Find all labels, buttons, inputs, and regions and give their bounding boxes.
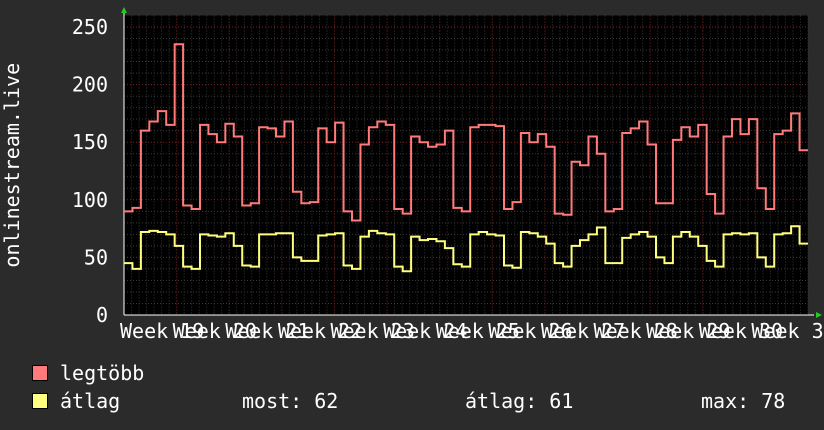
y-axis-title: onlinestream.live	[0, 63, 24, 268]
legend-item-avg: átlag	[32, 389, 121, 413]
y-tick-label: 100	[72, 188, 108, 212]
legend-label-max: legtöbb	[60, 361, 145, 385]
y-tick-label: 200	[72, 73, 108, 97]
x-axis-arrow	[816, 312, 822, 318]
y-tick-label: 0	[96, 303, 108, 327]
y-tick-label: 50	[84, 245, 108, 269]
stat-max: max: 78	[701, 389, 786, 413]
legend-label-avg: átlag	[60, 389, 121, 413]
legend-swatch-max	[32, 365, 48, 381]
y-axis-arrow	[121, 7, 127, 13]
y-tick-label: 250	[72, 15, 108, 39]
y-tick-label: 150	[72, 130, 108, 154]
chart-root: 0 50 100 150 200 250 Week 19 Week 20 Week 21 Week…	[0, 0, 824, 430]
legend-item-max: legtöbb	[32, 361, 145, 385]
stat-current: most: 62	[242, 389, 339, 413]
stat-average: átlag: 61	[465, 389, 574, 413]
legend-swatch-avg	[32, 393, 48, 409]
chart-area: 050100150200250Week 19Week 20Week 21Week…	[0, 7, 824, 343]
x-tick-label: Week 31	[751, 319, 824, 343]
